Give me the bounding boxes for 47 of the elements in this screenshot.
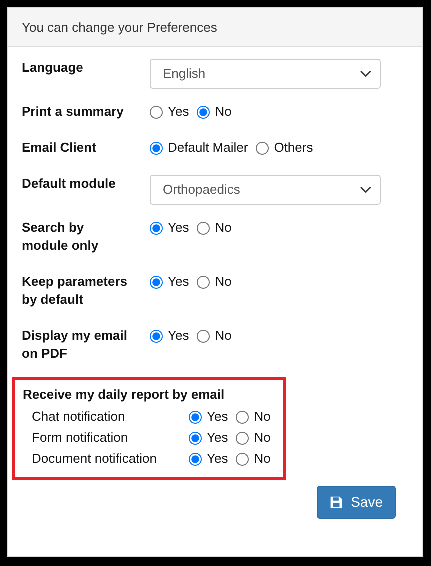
radio-button[interactable] xyxy=(150,106,163,118)
radio-button[interactable] xyxy=(150,222,163,234)
radio-button[interactable] xyxy=(150,330,163,342)
option-label: No xyxy=(254,429,271,447)
field-label: Display my email on PDF xyxy=(22,327,128,363)
field-label: Print a summary xyxy=(22,103,125,121)
radio-button[interactable] xyxy=(189,410,202,424)
save-button[interactable]: Save xyxy=(317,486,396,519)
option-label: No xyxy=(254,408,271,426)
radio-button[interactable] xyxy=(256,142,270,154)
option-label: Yes xyxy=(207,450,228,468)
dropdown[interactable]: English xyxy=(150,59,381,89)
radio-button[interactable] xyxy=(150,276,163,288)
radio-button[interactable] xyxy=(236,432,250,444)
option-label: Yes xyxy=(207,408,228,426)
option-label: Others xyxy=(274,139,314,157)
field-label: Search by module only xyxy=(22,219,100,255)
option-label: No xyxy=(215,219,232,237)
radio-button[interactable] xyxy=(197,276,210,288)
field-label: Email Client xyxy=(22,139,98,157)
field-label: Chat notification xyxy=(32,408,126,426)
option-label: No xyxy=(215,103,232,121)
field-label: Document notification xyxy=(32,450,158,468)
radio-button[interactable] xyxy=(236,410,250,424)
field-label: Form notification xyxy=(32,429,130,447)
option-label: Yes xyxy=(168,103,190,121)
option-label: No xyxy=(215,327,232,345)
option-label: No xyxy=(254,450,271,468)
radio-button[interactable] xyxy=(189,432,202,444)
option-label: Yes xyxy=(168,273,190,291)
panel-title: You can change your Preferences xyxy=(22,20,218,35)
option-label: Yes xyxy=(168,327,190,345)
field-label: Default module xyxy=(22,175,117,193)
radio-button[interactable] xyxy=(189,452,202,466)
dropdown[interactable]: Orthopaedics xyxy=(150,175,381,205)
option-label: Default Mailer xyxy=(168,139,248,157)
option-label: Yes xyxy=(168,219,190,237)
radio-button[interactable] xyxy=(197,222,210,234)
option-label: Yes xyxy=(207,429,228,447)
radio-button[interactable] xyxy=(197,330,210,342)
radio-button[interactable] xyxy=(197,106,210,118)
field-label: Keep parameters by default xyxy=(22,273,128,309)
field-label: Language xyxy=(22,59,84,77)
section-title: Receive my daily report by email xyxy=(23,386,226,404)
option-label: No xyxy=(215,273,232,291)
radio-button[interactable] xyxy=(150,142,163,154)
radio-button[interactable] xyxy=(236,452,250,466)
